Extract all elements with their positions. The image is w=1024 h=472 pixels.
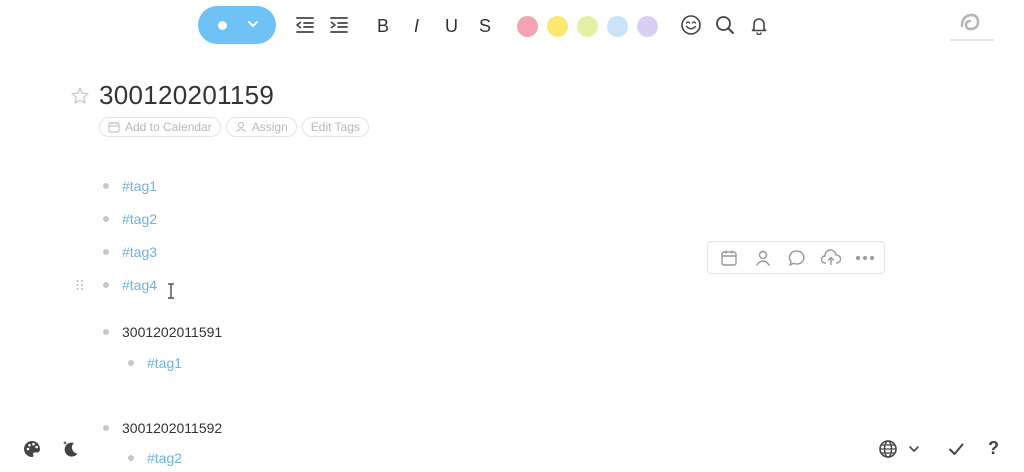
assign-button[interactable]: Assign	[225, 117, 297, 137]
bold-button[interactable]: B	[377, 16, 389, 36]
list-item[interactable]: #tag1	[103, 175, 157, 197]
indent-increase-icon[interactable]	[326, 12, 352, 38]
underline-button[interactable]: U	[445, 16, 458, 36]
text-cursor-icon	[168, 283, 174, 299]
color-green-swatch[interactable]	[577, 16, 598, 37]
dark-mode-icon[interactable]	[59, 437, 83, 461]
bullet-icon[interactable]	[103, 216, 109, 222]
color-pink-swatch[interactable]	[517, 16, 538, 37]
calendar-icon[interactable]	[718, 247, 740, 269]
chevron-down-icon	[248, 21, 258, 27]
app-logo-icon	[960, 13, 980, 31]
list-item[interactable]: #tag1	[128, 352, 182, 374]
list-item-text[interactable]: 3001202011592	[122, 420, 222, 436]
upload-icon[interactable]	[820, 247, 842, 269]
indent-decrease-icon[interactable]	[292, 12, 318, 38]
tag-link[interactable]: #tag1	[147, 355, 182, 371]
calendar-icon	[108, 122, 120, 133]
palette-icon[interactable]	[20, 437, 44, 461]
color-purple-swatch[interactable]	[637, 16, 658, 37]
color-blue-swatch[interactable]	[607, 16, 628, 37]
add-to-calendar-label: Add to Calendar	[125, 120, 212, 134]
help-button[interactable]: ?	[988, 438, 999, 459]
globe-icon[interactable]	[876, 437, 900, 461]
top-toolbar: B I U S	[0, 4, 1024, 44]
comment-icon[interactable]	[786, 247, 808, 269]
assign-label: Assign	[251, 120, 288, 134]
list-item[interactable]: 3001202011592	[103, 417, 222, 439]
list-item[interactable]: #tag4	[103, 274, 157, 296]
bullet-icon[interactable]	[103, 425, 109, 431]
bullet-icon[interactable]	[128, 360, 134, 366]
person-icon[interactable]	[752, 247, 774, 269]
tag-link[interactable]: #tag2	[147, 450, 182, 466]
list-item[interactable]: 3001202011591	[103, 321, 222, 343]
tag-link[interactable]: #tag3	[122, 244, 157, 260]
add-to-calendar-button[interactable]: Add to Calendar	[99, 117, 221, 137]
color-yellow-swatch[interactable]	[547, 16, 568, 37]
bullet-icon[interactable]	[103, 183, 109, 189]
list-item[interactable]: #tag3	[103, 241, 157, 263]
bullet-icon[interactable]	[103, 249, 109, 255]
item-hover-toolbar	[707, 241, 885, 274]
meta-actions: Add to Calendar Assign Edit Tags	[99, 117, 369, 137]
bullet-style-button[interactable]	[198, 6, 276, 44]
person-icon	[235, 122, 246, 133]
chevron-down-icon[interactable]	[902, 437, 926, 461]
strikethrough-button[interactable]: S	[479, 16, 491, 36]
tag-link[interactable]: #tag4	[122, 277, 157, 293]
list-item[interactable]: #tag2	[128, 447, 182, 469]
list-item[interactable]: #tag2	[103, 208, 157, 230]
list-item-text[interactable]: 3001202011591	[122, 324, 222, 340]
italic-button[interactable]: I	[414, 16, 419, 36]
tag-link[interactable]: #tag2	[122, 211, 157, 227]
edit-tags-button[interactable]: Edit Tags	[301, 117, 369, 137]
search-icon[interactable]	[712, 12, 738, 38]
bullet-icon[interactable]	[103, 329, 109, 335]
bullet-icon[interactable]	[128, 455, 134, 461]
drag-handle-icon[interactable]	[75, 279, 85, 291]
bullet-dot-icon	[218, 21, 227, 30]
logo-underline	[950, 39, 994, 41]
tag-link[interactable]: #tag1	[122, 178, 157, 194]
more-icon[interactable]	[854, 247, 876, 269]
page-title[interactable]: 300120201159	[99, 80, 274, 111]
bullet-icon[interactable]	[103, 282, 109, 288]
edit-tags-label: Edit Tags	[310, 120, 360, 134]
emoji-icon[interactable]	[678, 12, 704, 38]
bell-icon[interactable]	[746, 12, 772, 38]
check-icon[interactable]	[944, 437, 968, 461]
star-icon[interactable]	[70, 86, 90, 106]
